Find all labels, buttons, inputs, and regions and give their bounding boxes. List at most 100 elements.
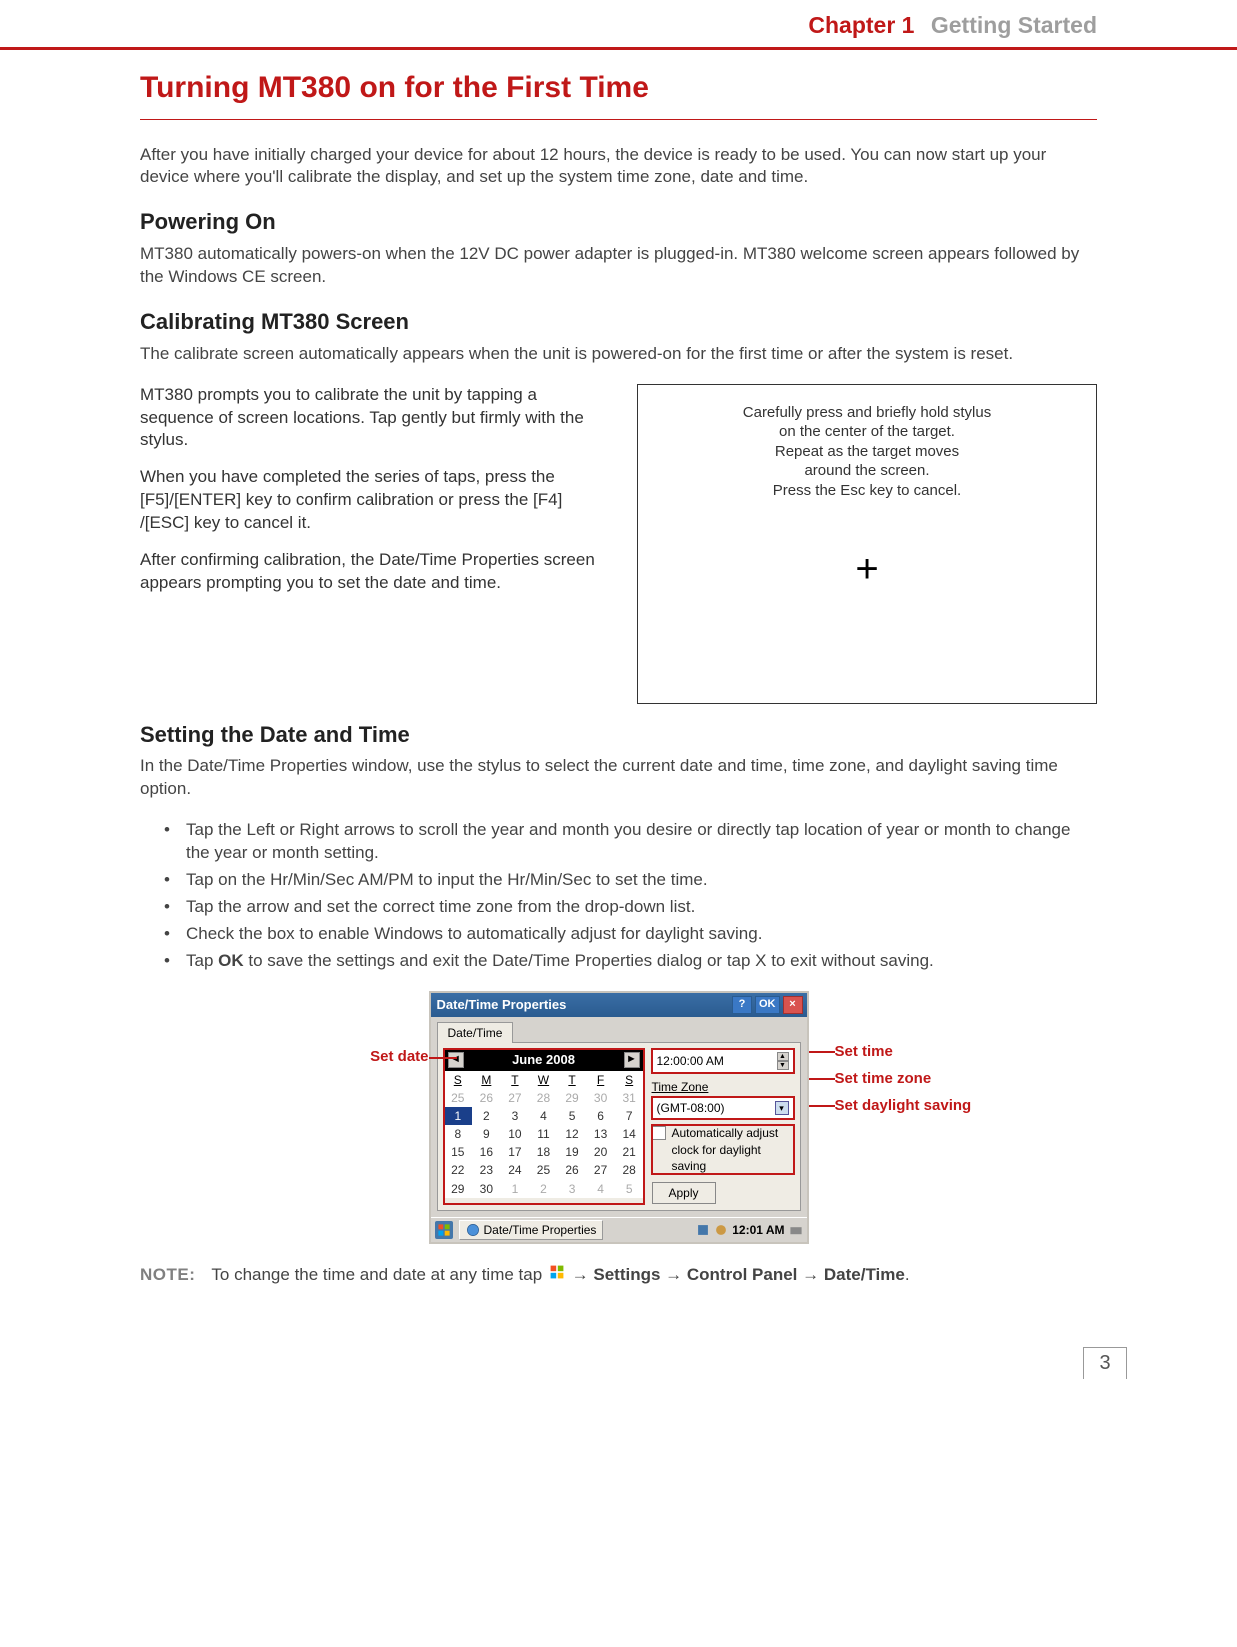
calendar-day[interactable]: 27 bbox=[501, 1089, 530, 1107]
next-month-button[interactable]: ► bbox=[624, 1052, 640, 1068]
note-arrow-2: → bbox=[665, 1265, 687, 1284]
calendar-day[interactable]: 24 bbox=[501, 1161, 530, 1179]
calendar-day[interactable]: 3 bbox=[558, 1180, 587, 1198]
note-dot: . bbox=[905, 1265, 910, 1284]
calendar-day[interactable]: 5 bbox=[558, 1107, 587, 1125]
calendar-day[interactable]: 23 bbox=[472, 1161, 501, 1179]
calendar-day[interactable]: 29 bbox=[558, 1089, 587, 1107]
calibrating-p3: After confirming calibration, the Date/T… bbox=[140, 549, 615, 595]
calendar-day[interactable]: 9 bbox=[472, 1125, 501, 1143]
calendar-day[interactable]: 8 bbox=[444, 1125, 473, 1143]
calendar-day[interactable]: 31 bbox=[615, 1089, 644, 1107]
step-2: Tap on the Hr/Min/Sec AM/PM to input the… bbox=[164, 869, 1097, 892]
timezone-value: (GMT-08:00) bbox=[657, 1100, 725, 1116]
calendar-day[interactable]: 5 bbox=[615, 1180, 644, 1198]
calendar-day[interactable]: 4 bbox=[529, 1107, 558, 1125]
calendar-day[interactable]: 1 bbox=[501, 1180, 530, 1198]
timezone-select[interactable]: (GMT-08:00) ▾ bbox=[652, 1097, 794, 1119]
sip-icon[interactable] bbox=[789, 1223, 803, 1237]
calendar-day[interactable]: 3 bbox=[501, 1107, 530, 1125]
calib-line2: on the center of the target. bbox=[666, 422, 1068, 442]
calendar-day[interactable]: 25 bbox=[529, 1161, 558, 1179]
chevron-down-icon[interactable]: ▾ bbox=[775, 1101, 789, 1115]
calendar-day[interactable]: 30 bbox=[472, 1180, 501, 1198]
calendar-dow: S bbox=[615, 1071, 644, 1089]
calendar-day[interactable]: 7 bbox=[615, 1107, 644, 1125]
calendar-day[interactable]: 28 bbox=[615, 1161, 644, 1179]
powering-on-text: MT380 automatically powers-on when the 1… bbox=[140, 243, 1097, 289]
close-button[interactable]: × bbox=[783, 996, 803, 1014]
calendar-day[interactable]: 13 bbox=[586, 1125, 615, 1143]
step-5-post: to save the settings and exit the Date/T… bbox=[244, 951, 934, 970]
dst-checkbox[interactable] bbox=[652, 1126, 666, 1140]
timezone-label: Time Zone bbox=[652, 1079, 794, 1095]
datetime-steps: Tap the Left or Right arrows to scroll t… bbox=[140, 819, 1097, 973]
datetime-window: Date/Time Properties ? OK × Date/Time ◄ … bbox=[429, 991, 809, 1245]
calendar-day[interactable]: 2 bbox=[472, 1107, 501, 1125]
calendar-day[interactable]: 29 bbox=[444, 1180, 473, 1198]
calendar-day[interactable]: 22 bbox=[444, 1161, 473, 1179]
taskbar-clock: 12:01 AM bbox=[732, 1222, 784, 1238]
calendar-dow: T bbox=[501, 1071, 530, 1089]
calendar-day[interactable]: 12 bbox=[558, 1125, 587, 1143]
calendar[interactable]: SMTWTFS 25262728293031123456789101112131… bbox=[444, 1071, 644, 1198]
calendar-day[interactable]: 17 bbox=[501, 1143, 530, 1161]
taskbar: Date/Time Properties 12:01 AM bbox=[431, 1217, 807, 1242]
dst-row[interactable]: Automatically adjust clock for daylight … bbox=[652, 1125, 794, 1174]
calendar-day[interactable]: 2 bbox=[529, 1180, 558, 1198]
time-spinner[interactable]: ▲▼ bbox=[777, 1052, 789, 1070]
calendar-day[interactable]: 6 bbox=[586, 1107, 615, 1125]
heading-calibrating: Calibrating MT380 Screen bbox=[140, 307, 1097, 337]
calendar-dow: M bbox=[472, 1071, 501, 1089]
calendar-day[interactable]: 1 bbox=[444, 1107, 473, 1125]
calendar-day[interactable]: 20 bbox=[586, 1143, 615, 1161]
tab-datetime[interactable]: Date/Time bbox=[437, 1022, 514, 1043]
tray-icon-2[interactable] bbox=[714, 1223, 728, 1237]
heading-datetime: Setting the Date and Time bbox=[140, 720, 1097, 750]
calendar-day[interactable]: 26 bbox=[558, 1161, 587, 1179]
calendar-day[interactable]: 27 bbox=[586, 1161, 615, 1179]
calibrating-p1: MT380 prompts you to calibrate the unit … bbox=[140, 384, 615, 453]
callout-line bbox=[429, 1057, 457, 1059]
note-datetime: Date/Time bbox=[824, 1265, 905, 1284]
calendar-day[interactable]: 28 bbox=[529, 1089, 558, 1107]
calendar-day[interactable]: 30 bbox=[586, 1089, 615, 1107]
taskbar-app-button[interactable]: Date/Time Properties bbox=[459, 1220, 604, 1240]
calendar-day[interactable]: 21 bbox=[615, 1143, 644, 1161]
date-panel: ◄ June 2008 ► SMTWTFS 252627282930311234… bbox=[444, 1049, 644, 1204]
apply-button[interactable]: Apply bbox=[652, 1182, 716, 1204]
start-icon[interactable] bbox=[435, 1221, 453, 1239]
intro-paragraph: After you have initially charged your de… bbox=[140, 144, 1097, 190]
calendar-day[interactable]: 18 bbox=[529, 1143, 558, 1161]
calibrating-p2: When you have completed the series of ta… bbox=[140, 466, 615, 535]
time-input[interactable]: 12:00:00 AM ▲▼ bbox=[652, 1049, 794, 1073]
time-value: 12:00:00 AM bbox=[657, 1053, 724, 1069]
note-control-panel: Control Panel bbox=[687, 1265, 798, 1284]
callout-set-dst: Set daylight saving bbox=[835, 1097, 972, 1114]
note-arrow-1: → bbox=[572, 1265, 594, 1284]
help-button[interactable]: ? bbox=[732, 996, 752, 1014]
calendar-day[interactable]: 11 bbox=[529, 1125, 558, 1143]
taskbar-app-label: Date/Time Properties bbox=[484, 1222, 597, 1238]
calendar-day[interactable]: 16 bbox=[472, 1143, 501, 1161]
calendar-dow: S bbox=[444, 1071, 473, 1089]
chapter-number: Chapter 1 bbox=[808, 12, 914, 38]
calendar-day[interactable]: 10 bbox=[501, 1125, 530, 1143]
calendar-day[interactable]: 25 bbox=[444, 1089, 473, 1107]
ok-button[interactable]: OK bbox=[755, 996, 780, 1014]
chapter-title: Getting Started bbox=[931, 12, 1097, 38]
step-5-pre: Tap bbox=[186, 951, 218, 970]
step-5-bold: OK bbox=[218, 951, 244, 970]
calendar-day[interactable]: 14 bbox=[615, 1125, 644, 1143]
running-header: Chapter 1 Getting Started bbox=[0, 0, 1237, 47]
dst-text: Automatically adjust clock for daylight … bbox=[672, 1125, 794, 1174]
calendar-day[interactable]: 15 bbox=[444, 1143, 473, 1161]
calendar-day[interactable]: 19 bbox=[558, 1143, 587, 1161]
prev-month-button[interactable]: ◄ bbox=[448, 1052, 464, 1068]
page-title: Turning MT380 on for the First Time bbox=[140, 68, 1097, 120]
note-label: NOTE: bbox=[140, 1264, 195, 1287]
step-4: Check the box to enable Windows to autom… bbox=[164, 923, 1097, 946]
calendar-day[interactable]: 26 bbox=[472, 1089, 501, 1107]
calendar-day[interactable]: 4 bbox=[586, 1180, 615, 1198]
tray-icon-1[interactable] bbox=[696, 1223, 710, 1237]
